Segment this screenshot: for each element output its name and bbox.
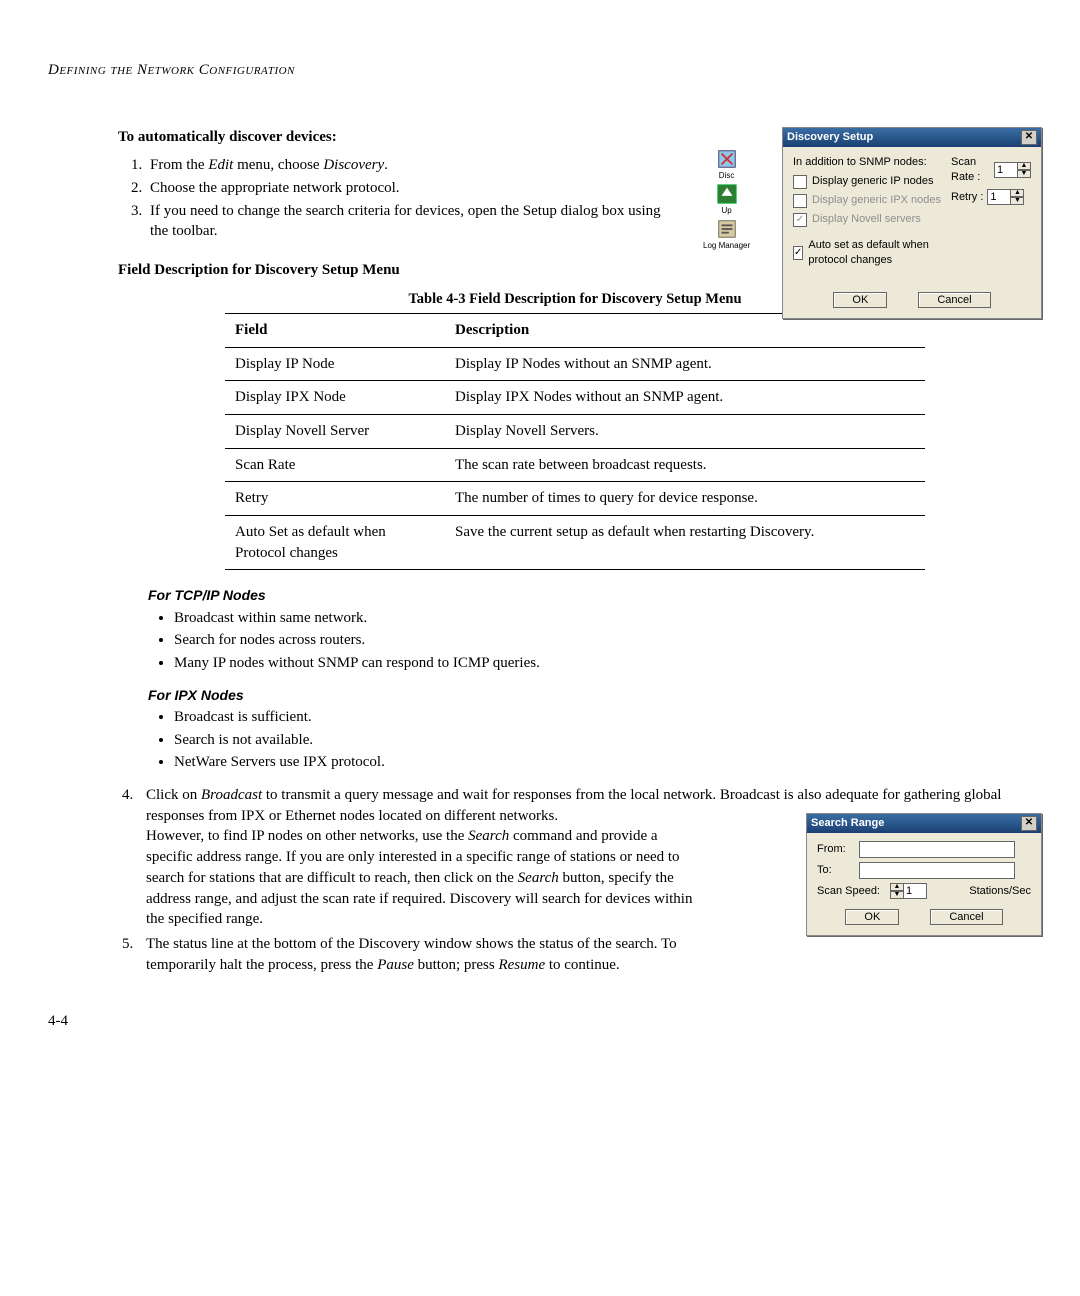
ok-button[interactable]: OK: [833, 292, 887, 308]
cancel-button[interactable]: Cancel: [930, 909, 1002, 925]
list-item: NetWare Servers use IPX protocol.: [174, 752, 1032, 773]
label-ipx: Display generic IPX nodes: [812, 193, 941, 208]
snmp-intro: In addition to SNMP nodes:: [793, 155, 951, 170]
step-5: 5. The status line at the bottom of the …: [146, 934, 1032, 975]
close-icon[interactable]: ✕: [1021, 816, 1037, 831]
spin-down-icon[interactable]: ▼: [890, 891, 904, 899]
checkbox-ip[interactable]: [793, 175, 807, 189]
retry-spinner[interactable]: ▲▼: [987, 189, 1024, 205]
search-range-dialog: Search Range ✕ From: To: Scan Speed: ▲▼: [806, 813, 1042, 936]
scan-rate-label: Scan Rate :: [951, 155, 990, 185]
scan-speed-spinner[interactable]: ▲▼: [890, 883, 927, 899]
th-field: Field: [225, 313, 445, 347]
checkbox-ipx: [793, 194, 807, 208]
list-item: Search is not available.: [174, 730, 1032, 751]
tcpip-list: Broadcast within same network.Search for…: [118, 608, 1032, 674]
list-item: Search for nodes across routers.: [174, 630, 1032, 651]
discovery-setup-dialog: Disc Up Log Manager Discovery Setup ✕ In…: [782, 127, 1042, 319]
retry-label: Retry :: [951, 190, 983, 205]
table-row: Display IP NodeDisplay IP Nodes without …: [225, 347, 925, 381]
table-row: Auto Set as default when Protocol change…: [225, 515, 925, 569]
step-2: Choose the appropriate network protocol.: [146, 178, 676, 199]
label-ip: Display generic IP nodes: [812, 174, 933, 189]
to-label: To:: [817, 863, 853, 878]
discovery-title: Discovery Setup: [787, 130, 873, 145]
cancel-button[interactable]: Cancel: [918, 292, 990, 308]
spin-up-icon[interactable]: ▲: [1017, 162, 1031, 170]
search-range-title: Search Range: [811, 816, 884, 831]
scan-unit: Stations/Sec: [969, 884, 1031, 899]
table-row: Display IPX NodeDisplay IPX Nodes withou…: [225, 381, 925, 415]
step-3: If you need to change the search criteri…: [146, 201, 676, 242]
from-label: From:: [817, 842, 853, 857]
scan-rate-spinner[interactable]: ▲▼: [994, 162, 1031, 178]
label-novell: Display Novell servers: [812, 212, 921, 227]
table-row: Display Novell ServerDisplay Novell Serv…: [225, 414, 925, 448]
table-row: RetryThe number of times to query for de…: [225, 482, 925, 516]
step-1: From the Edit menu, choose Discovery.: [146, 155, 676, 176]
scan-speed-label: Scan Speed:: [817, 884, 880, 899]
spin-up-icon[interactable]: ▲: [1010, 189, 1024, 197]
steps-1-3: From the Edit menu, choose Discovery. Ch…: [118, 155, 676, 242]
scan-rate-input[interactable]: [994, 162, 1017, 178]
ok-button[interactable]: OK: [845, 909, 899, 925]
tcpip-heading: For TCP/IP Nodes: [148, 586, 1032, 605]
table-row: Scan RateThe scan rate between broadcast…: [225, 448, 925, 482]
retry-input[interactable]: [987, 189, 1010, 205]
field-description-table: Field Description Display IP NodeDisplay…: [225, 313, 925, 571]
to-input[interactable]: [859, 862, 1015, 879]
up-icon[interactable]: Up: [703, 183, 750, 216]
page-number: 4-4: [48, 1011, 1032, 1032]
running-head: Defining the Network Configuration: [48, 60, 1032, 81]
log-manager-icon[interactable]: Log Manager: [703, 218, 750, 251]
discovery-titlebar: Discovery Setup ✕: [783, 128, 1041, 147]
list-item: Many IP nodes without SNMP can respond t…: [174, 653, 1032, 674]
list-item: Broadcast within same network.: [174, 608, 1032, 629]
discovery-toolbar: Disc Up Log Manager: [703, 148, 750, 251]
heading-field-desc: Field Description for Discovery Setup Me…: [118, 260, 676, 281]
spin-up-icon[interactable]: ▲: [890, 883, 904, 891]
close-icon[interactable]: ✕: [1021, 130, 1037, 145]
ipx-list: Broadcast is sufficient.Search is not av…: [118, 707, 1032, 773]
scan-speed-input[interactable]: [904, 883, 927, 899]
heading-auto-discover: To automatically discover devices:: [118, 127, 676, 148]
disc-icon[interactable]: Disc: [703, 148, 750, 181]
list-item: Broadcast is sufficient.: [174, 707, 1032, 728]
label-auto: Auto set as default when protocol change…: [808, 238, 951, 268]
ipx-heading: For IPX Nodes: [148, 686, 1032, 705]
from-input[interactable]: [859, 841, 1015, 858]
checkbox-novell: ✓: [793, 213, 807, 227]
spin-down-icon[interactable]: ▼: [1010, 197, 1024, 205]
search-range-titlebar: Search Range ✕: [807, 814, 1041, 833]
spin-down-icon[interactable]: ▼: [1017, 170, 1031, 178]
checkbox-auto[interactable]: ✓: [793, 246, 803, 260]
